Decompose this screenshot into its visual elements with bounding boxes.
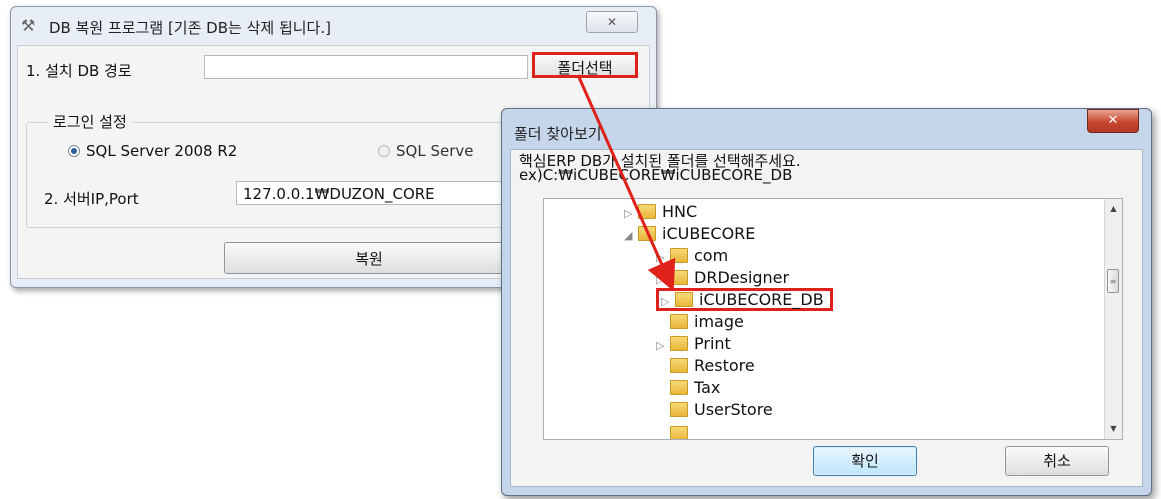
- folder-icon: [675, 292, 693, 307]
- folder-icon: [670, 358, 688, 373]
- ok-button[interactable]: 확인: [813, 446, 917, 476]
- restore-close-button[interactable]: ✕: [586, 11, 638, 33]
- scroll-down-icon[interactable]: ▼: [1105, 421, 1122, 437]
- browse-description-line2: ex)C:₩iCUBECORE₩iCUBECORE_DB: [519, 166, 793, 184]
- tree-item-label: Tax: [694, 378, 721, 397]
- install-path-input[interactable]: [204, 55, 528, 79]
- tree-item-label: DRDesigner: [694, 268, 790, 287]
- expand-icon[interactable]: ▷: [656, 335, 670, 356]
- tree-item-label: com: [694, 246, 729, 265]
- radio-sql-2008-r2[interactable]: SQL Server 2008 R2: [68, 142, 237, 160]
- restore-button[interactable]: 복원: [224, 242, 514, 274]
- folder-tree[interactable]: ▷ HNC ◢ iCUBECORE ▷ com ▷ DRDesigner ▷ iCUBEC…: [543, 198, 1123, 440]
- close-icon: ✕: [1107, 113, 1119, 128]
- close-icon: ✕: [606, 15, 618, 29]
- tree-item-icubecore[interactable]: ◢ iCUBECORE: [624, 223, 755, 244]
- restore-window-title: DB 복원 프로그램 [기존 DB는 삭제 됩니다.]: [49, 19, 331, 37]
- folder-icon: [670, 314, 688, 329]
- install-path-label: 1. 설치 DB 경로: [26, 62, 132, 80]
- tree-item-label: UserStore: [694, 400, 773, 419]
- folder-icon: [670, 336, 688, 351]
- browse-description: 핵심ERP DB가 설치된 폴더를 선택해주세요. ex)C:₩iCUBECOR…: [519, 154, 801, 184]
- tree-item-label: iCUBECORE_DB: [699, 290, 824, 309]
- tree-item-label: image: [694, 312, 744, 331]
- folder-select-button[interactable]: 폴더선택: [532, 52, 638, 78]
- tree-item-label: Restore: [694, 356, 755, 375]
- server-ip-port-label: 2. 서버IP,Port: [44, 190, 139, 208]
- folder-browse-dialog: 폴더 찾아보기 ✕ 핵심ERP DB가 설치된 폴더를 선택해주세요. ex)C…: [501, 108, 1152, 496]
- tree-item-icubecore-db[interactable]: ▷ iCUBECORE_DB: [656, 288, 833, 311]
- tree-scrollbar[interactable]: ▲ ≡ ▼: [1104, 199, 1122, 439]
- radio-label: SQL Server 2008 R2: [86, 142, 238, 160]
- restore-titlebar[interactable]: ⚒ DB 복원 프로그램 [기존 DB는 삭제 됩니다.] ✕: [11, 7, 656, 45]
- folder-icon: [638, 226, 656, 241]
- scroll-up-icon[interactable]: ▲: [1105, 201, 1122, 217]
- tree-item-hnc[interactable]: ▷ HNC: [624, 201, 697, 222]
- radio-label: SQL Serve: [396, 142, 474, 160]
- radio-selected-icon: [68, 145, 80, 157]
- tree-item-label: iCUBECORE: [662, 224, 756, 243]
- folder-icon: [638, 204, 656, 219]
- folder-icon: [670, 248, 688, 263]
- browse-close-button[interactable]: ✕: [1087, 109, 1139, 133]
- expand-icon[interactable]: ▷: [656, 247, 670, 268]
- folder-icon: [670, 270, 688, 285]
- tree-item-partial: [656, 423, 694, 439]
- server-ip-port-input[interactable]: 127.0.0.1₩DUZON_CORE: [236, 181, 516, 205]
- expand-icon[interactable]: ▷: [624, 203, 638, 224]
- tree-item-restore[interactable]: Restore: [656, 355, 755, 376]
- folder-icon: [670, 402, 688, 417]
- expand-icon[interactable]: ▷: [661, 293, 675, 310]
- tree-item-print[interactable]: ▷ Print: [656, 333, 731, 354]
- folder-icon: [670, 380, 688, 395]
- scroll-thumb[interactable]: ≡: [1107, 269, 1119, 293]
- tree-item-drdesigner[interactable]: ▷ DRDesigner: [656, 267, 789, 288]
- tree-item-label: HNC: [662, 202, 698, 221]
- collapse-icon[interactable]: ◢: [624, 225, 638, 246]
- browse-client-area: 핵심ERP DB가 설치된 폴더를 선택해주세요. ex)C:₩iCUBECOR…: [510, 149, 1143, 487]
- cancel-button[interactable]: 취소: [1005, 446, 1109, 476]
- tree-item-label: Print: [694, 334, 731, 353]
- expand-icon[interactable]: ▷: [656, 269, 670, 290]
- tree-item-com[interactable]: ▷ com: [656, 245, 728, 266]
- radio-unselected-icon: [378, 145, 390, 157]
- tree-item-userstore[interactable]: UserStore: [656, 399, 773, 420]
- login-settings-title: 로그인 설정: [47, 111, 133, 132]
- tree-item-tax[interactable]: Tax: [656, 377, 720, 398]
- tools-icon: ⚒: [21, 16, 36, 35]
- browse-dialog-title: 폴더 찾아보기: [514, 125, 602, 143]
- radio-sql-server-other[interactable]: SQL Serve: [378, 142, 473, 160]
- folder-icon: [670, 426, 688, 439]
- tree-item-image[interactable]: image: [656, 311, 744, 332]
